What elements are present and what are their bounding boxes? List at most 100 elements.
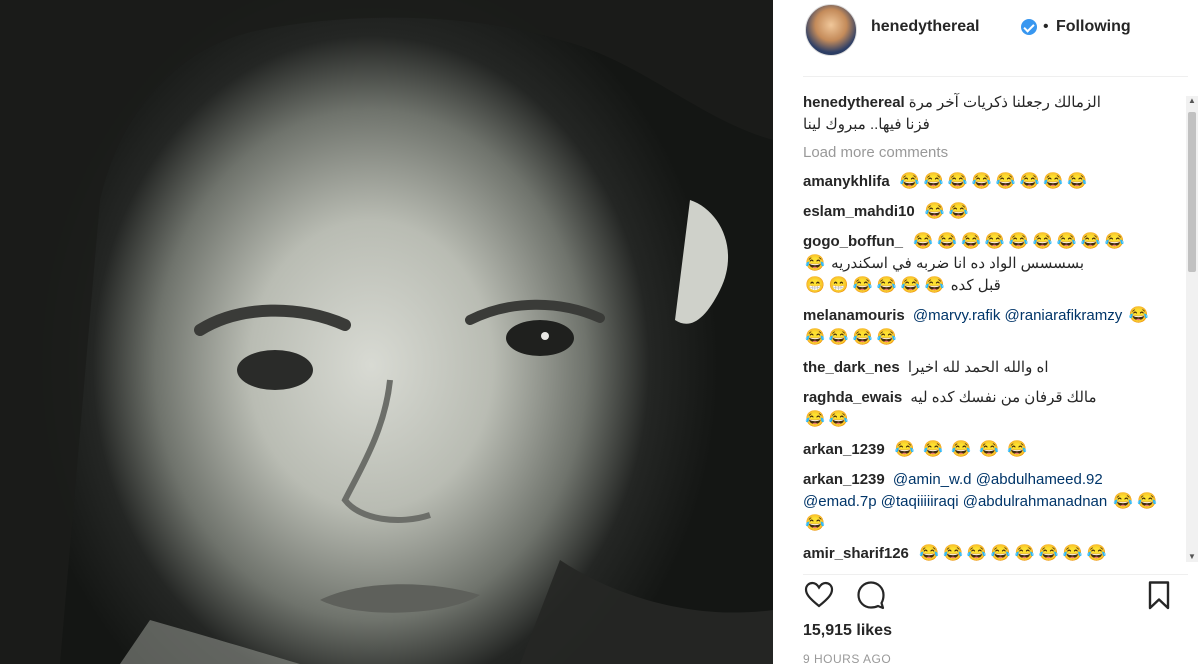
heart-icon[interactable] (803, 579, 835, 611)
header-username[interactable]: henedythereal (871, 18, 979, 36)
laughing-emoji-icon: 😂 (1137, 493, 1158, 510)
mention-link[interactable]: @raniarafikramzy (1005, 307, 1123, 324)
laughing-emoji-icon: 😂 (971, 173, 992, 190)
mention-link[interactable]: @abdulhameed.92 (976, 471, 1103, 488)
caption-line-2: فزنا فيها.. مبروك لينا (803, 116, 930, 133)
comment-username[interactable]: gogo_boffun_ (803, 233, 903, 250)
laughing-emoji-icon: 😂 (951, 441, 972, 458)
laughing-emoji-icon: 😂 (1128, 307, 1149, 324)
comment-line-3: قبل كده 😂😂😂😂😁😁 (803, 275, 1163, 297)
emoji-row: 😂 😂 😂 😂 😂 😂 😂 😂 (898, 173, 1089, 190)
laughing-emoji-icon: 😂 (900, 277, 921, 294)
caption-username[interactable]: henedythereal (803, 94, 905, 111)
comment-username[interactable]: arkan_1239 (803, 471, 885, 488)
laughing-emoji-icon: 😂 (923, 173, 944, 190)
mention-link[interactable]: @amin_w.d (893, 471, 972, 488)
load-more-comments-link[interactable]: Load more comments (803, 144, 1163, 161)
laughing-emoji-icon: 😂 (1014, 545, 1035, 562)
laughing-emoji-icon: 😂 (979, 441, 1000, 458)
comment-text: مالك قرفان من نفسك كده ليه (910, 389, 1097, 406)
post-actions (803, 574, 1188, 615)
laughing-emoji-icon: 😂 (990, 545, 1011, 562)
comment-username[interactable]: arkan_1239 (803, 441, 885, 458)
laughing-emoji-icon: 😂 (1067, 173, 1088, 190)
laughing-emoji-icon: 😂 (1056, 233, 1077, 250)
laughing-emoji-icon: 😂 (899, 173, 920, 190)
mention-link[interactable]: @abdulrahmanadnan (963, 493, 1108, 510)
mention-link[interactable]: @marvy.rafik (913, 307, 1000, 324)
comment-username[interactable]: melanamouris (803, 307, 905, 324)
comment-username[interactable]: amanykhlifa (803, 173, 890, 190)
grinning-emoji-icon: 😁 (828, 277, 849, 294)
laughing-emoji-icon: 😂 (984, 233, 1005, 250)
laughing-emoji-icon: 😂 (923, 441, 943, 458)
laughing-emoji-icon: 😂 (961, 233, 981, 250)
comment-line-2: بسسسس الواد ده انا ضربه في اسكندريه 😂 (803, 253, 1163, 275)
comment-username[interactable]: amir_sharif126 (803, 545, 909, 562)
comment-username[interactable]: the_dark_nes (803, 359, 900, 376)
laughing-emoji-icon: 😂 (947, 173, 968, 190)
mention-link[interactable]: @emad.7p (803, 493, 877, 510)
laughing-emoji-icon: 😂 (1062, 545, 1083, 562)
laughing-emoji-icon: 😂 (876, 329, 897, 346)
avatar[interactable] (805, 4, 857, 56)
grinning-emoji-icon: 😁 (805, 277, 825, 294)
following-button[interactable]: Following (1056, 18, 1131, 36)
post-sidebar: henedythereal • Following henedythereal ا… (773, 0, 1200, 666)
caption: henedythereal الزمالك رجعلنا ذكريات آخر م… (803, 92, 1163, 136)
comment-item: arkan_1239 😂 😂 😂 😂 😂 (803, 439, 1163, 461)
comment-text: بسسسس الواد ده انا ضربه في اسكندريه (831, 255, 1085, 272)
laughing-emoji-icon: 😂 (805, 411, 825, 428)
laughing-emoji-icon: 😂 (805, 515, 825, 532)
laughing-emoji-icon: 😂 (1113, 493, 1134, 510)
laughing-emoji-icon: 😂 (937, 233, 957, 250)
laughing-emoji-icon: 😂 (1080, 233, 1101, 250)
comment-item: amir_sharif126 😂 😂 😂 😂 😂 😂 😂 😂 (803, 543, 1163, 565)
laughing-emoji-icon: 😂 (876, 277, 897, 294)
laughing-emoji-icon: 😂 (1043, 173, 1064, 190)
laughing-emoji-icon: 😂 (828, 329, 849, 346)
child-portrait-illustration (0, 0, 773, 664)
laughing-emoji-icon: 😂 (1104, 233, 1125, 250)
comment-item: eslam_mahdi10 😂 😂 (803, 201, 1163, 223)
post-photo[interactable] (0, 0, 773, 664)
scroll-up-arrow-icon[interactable]: ▲ (1187, 96, 1197, 106)
comment-bubble-icon[interactable] (855, 579, 887, 611)
laughing-emoji-icon: 😂 (919, 545, 939, 562)
caption-line-1: الزمالك رجعلنا ذكريات آخر مرة (908, 94, 1101, 111)
comment-text: اه والله الحمد لله اخيرا (907, 359, 1049, 376)
laughing-emoji-icon: 😂 (948, 203, 969, 220)
laughing-emoji-icon: 😂 (943, 545, 963, 562)
laughing-emoji-icon: 😂 (805, 255, 825, 272)
laughing-emoji-icon: 😂 (995, 173, 1016, 190)
mention-link[interactable]: @taqiiiiiraqi (881, 493, 959, 510)
laughing-emoji-icon: 😂 (894, 441, 915, 458)
comment-item: the_dark_nes اه والله الحمد لله اخيرا (803, 357, 1163, 379)
comment-item: gogo_boffun_ 😂 😂 😂 😂 😂 😂 😂 😂 😂 بسسسس الواد ده ان… (803, 231, 1163, 297)
verified-badge-icon (1021, 19, 1037, 35)
comment-username[interactable]: raghda_ewais (803, 389, 902, 406)
laughing-emoji-icon: 😂 (852, 329, 873, 346)
laughing-emoji-icon: 😂 (1038, 545, 1059, 562)
laughing-emoji-icon: 😂 (1032, 233, 1053, 250)
comment-item: amanykhlifa 😂 😂 😂 😂 😂 😂 😂 😂 (803, 171, 1163, 193)
separator-dot: • (1043, 18, 1049, 35)
comments-scrollbar[interactable]: ▲ ▼ (1186, 96, 1198, 562)
likes-count[interactable]: 15,915 likes (803, 622, 892, 640)
bookmark-icon[interactable] (1143, 579, 1175, 611)
laughing-emoji-icon: 😂 (1019, 173, 1040, 190)
comment-username[interactable]: eslam_mahdi10 (803, 203, 915, 220)
comment-item: arkan_1239 @amin_w.d @abdulhameed.92 @em… (803, 469, 1163, 535)
laughing-emoji-icon: 😂 (966, 545, 987, 562)
scrollbar-thumb[interactable] (1188, 112, 1196, 272)
instagram-post: henedythereal • Following henedythereal ا… (0, 0, 1200, 666)
laughing-emoji-icon: 😂 (924, 203, 945, 220)
comments-list[interactable]: henedythereal الزمالك رجعلنا ذكريات آخر م… (803, 92, 1163, 566)
laughing-emoji-icon: 😂 (1008, 233, 1029, 250)
laughing-emoji-icon: 😂 (913, 233, 934, 250)
comment-item: melanamouris @marvy.rafik @raniarafikram… (803, 305, 1163, 349)
comment-item: raghda_ewais مالك قرفان من نفسك كده ليه … (803, 387, 1163, 431)
laughing-emoji-icon: 😂 (924, 277, 945, 294)
laughing-emoji-icon: 😂 (852, 277, 873, 294)
scroll-down-arrow-icon[interactable]: ▼ (1187, 552, 1197, 562)
